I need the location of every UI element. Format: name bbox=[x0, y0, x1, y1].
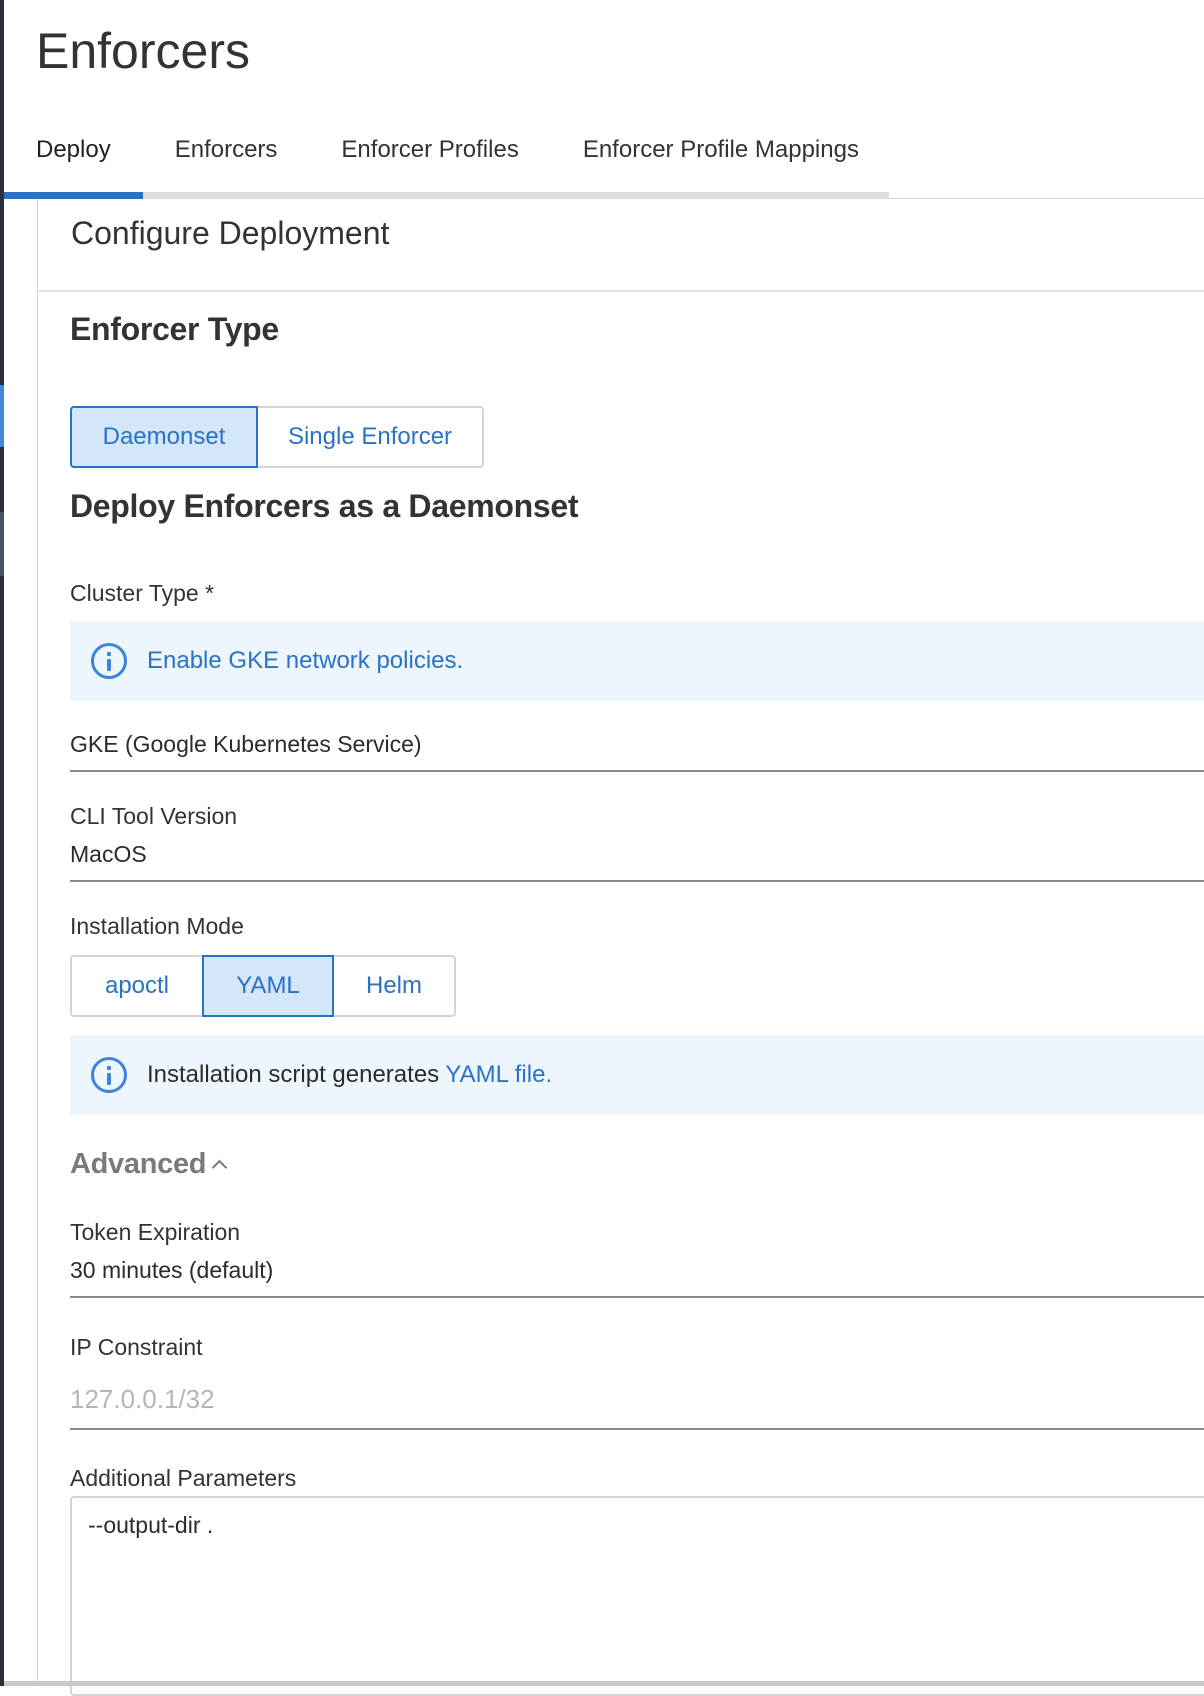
cli-tool-version-select[interactable]: MacOS bbox=[70, 841, 147, 868]
ip-constraint-input[interactable]: 127.0.0.1/32 bbox=[70, 1384, 1204, 1415]
enforcer-type-toggle: Daemonset Single Enforcer bbox=[70, 406, 484, 468]
installation-info-prefix: Installation script generates bbox=[147, 1061, 446, 1088]
additional-parameters-label: Additional Parameters bbox=[70, 1465, 297, 1491]
tab-enforcers[interactable]: Enforcers bbox=[143, 126, 310, 190]
tab-enforcer-profiles[interactable]: Enforcer Profiles bbox=[309, 126, 550, 190]
daemonset-button[interactable]: Daemonset bbox=[70, 406, 258, 468]
info-icon bbox=[91, 643, 127, 679]
page-title: Enforcers bbox=[36, 23, 250, 79]
installation-info-text: Installation script generates YAML file. bbox=[147, 1061, 552, 1089]
ip-constraint-label: IP Constraint bbox=[70, 1334, 203, 1360]
section-header: Configure Deployment bbox=[38, 199, 1204, 292]
advanced-toggle[interactable]: Advanced bbox=[70, 1148, 228, 1181]
active-tab-indicator bbox=[4, 192, 143, 199]
cluster-type-label: Cluster Type * bbox=[70, 580, 215, 606]
additional-parameters-textarea[interactable]: --output-dir . bbox=[70, 1496, 1204, 1696]
cli-tool-version-label: CLI Tool Version bbox=[70, 803, 238, 829]
yaml-button[interactable]: YAML bbox=[202, 955, 334, 1017]
installation-mode-info-banner: Installation script generates YAML file. bbox=[70, 1035, 1204, 1115]
enable-gke-network-policies-link[interactable]: Enable GKE network policies. bbox=[147, 647, 463, 675]
left-nav-item bbox=[0, 512, 4, 576]
installation-mode-label: Installation Mode bbox=[70, 913, 244, 939]
tab-deploy[interactable]: Deploy bbox=[4, 126, 143, 190]
advanced-label: Advanced bbox=[70, 1148, 207, 1180]
cluster-type-info-banner: Enable GKE network policies. bbox=[70, 621, 1204, 701]
enforcer-type-heading: Enforcer Type bbox=[70, 311, 279, 347]
ip-constraint-underline bbox=[70, 1428, 1204, 1430]
cli-tool-version-underline bbox=[70, 880, 1204, 882]
section-title: Configure Deployment bbox=[71, 215, 390, 251]
chevron-up-icon bbox=[211, 1159, 228, 1176]
cluster-type-underline bbox=[70, 770, 1204, 772]
apoctl-button[interactable]: apoctl bbox=[70, 955, 204, 1017]
configure-deployment-panel: Configure Deployment Enforcer Type Daemo… bbox=[37, 199, 1204, 1696]
helm-button[interactable]: Helm bbox=[332, 955, 456, 1017]
token-expiration-label: Token Expiration bbox=[70, 1219, 241, 1245]
horizontal-scrollbar[interactable] bbox=[4, 1681, 1204, 1686]
single-enforcer-button[interactable]: Single Enforcer bbox=[256, 406, 484, 468]
token-expiration-select[interactable]: 30 minutes (default) bbox=[70, 1257, 273, 1284]
installation-mode-toggle: apoctl YAML Helm bbox=[70, 955, 456, 1017]
tab-bar: Deploy Enforcers Enforcer Profiles Enfor… bbox=[4, 126, 889, 200]
yaml-file-link[interactable]: YAML file. bbox=[445, 1061, 552, 1088]
daemonset-heading: Deploy Enforcers as a Daemonset bbox=[70, 488, 579, 524]
tab-enforcer-profile-mappings[interactable]: Enforcer Profile Mappings bbox=[551, 126, 891, 190]
left-nav-active-marker bbox=[0, 385, 4, 447]
info-icon bbox=[91, 1057, 127, 1093]
cluster-type-select[interactable]: GKE (Google Kubernetes Service) bbox=[70, 731, 422, 758]
left-nav-rail bbox=[0, 0, 4, 1686]
token-expiration-underline bbox=[70, 1296, 1204, 1298]
